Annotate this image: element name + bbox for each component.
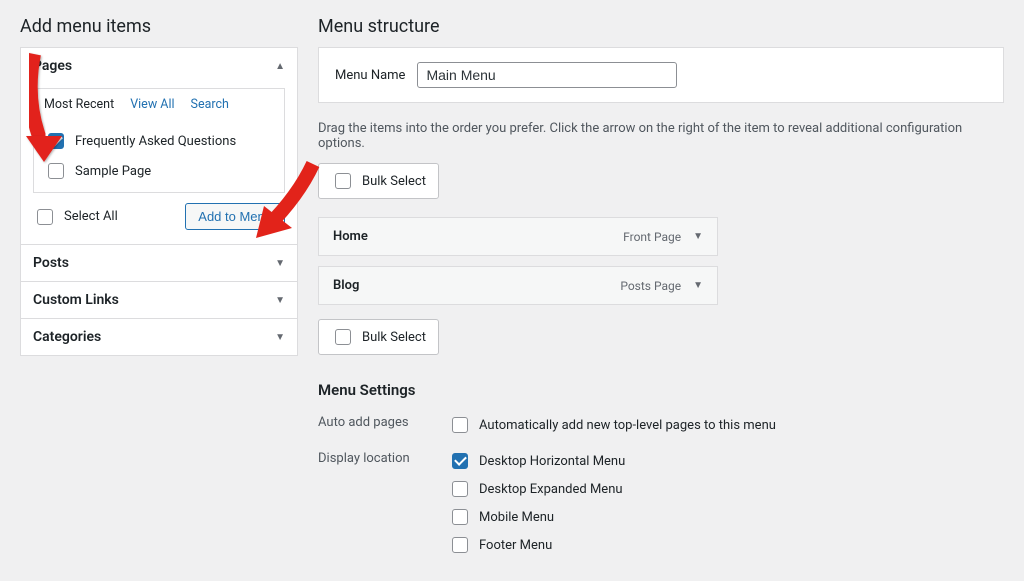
page-item-sample[interactable]: Sample Page: [44, 158, 274, 188]
bulk-select-top-checkbox[interactable]: [335, 173, 351, 189]
menu-item-title: Home: [333, 229, 368, 244]
add-to-menu-button[interactable]: Add to Menu: [185, 203, 285, 230]
pages-panel-header[interactable]: Pages ▲: [21, 48, 297, 84]
left-column: Add menu items Pages ▲ Most Recent View …: [20, 16, 298, 565]
bulk-select-top[interactable]: Bulk Select: [318, 163, 439, 199]
auto-add-label: Auto add pages: [318, 413, 448, 441]
location-label: Desktop Horizontal Menu: [479, 454, 625, 469]
location-checkbox[interactable]: [452, 537, 468, 553]
categories-panel-header[interactable]: Categories ▼: [21, 319, 297, 355]
location-label: Mobile Menu: [479, 510, 554, 525]
custom-links-panel-header[interactable]: Custom Links ▼: [21, 282, 297, 318]
pages-panel: Pages ▲ Most Recent View All Search Freq…: [20, 47, 298, 245]
custom-links-panel: Custom Links ▼: [20, 281, 298, 319]
page-item-faq-checkbox[interactable]: [48, 133, 64, 149]
page-item-faq[interactable]: Frequently Asked Questions: [44, 128, 274, 158]
menu-structure-heading: Menu structure: [318, 16, 1004, 37]
pages-tabs: Most Recent View All Search: [33, 88, 285, 118]
select-all-row[interactable]: Select All: [33, 206, 118, 228]
chevron-down-icon: ▼: [275, 295, 285, 306]
select-all-checkbox[interactable]: [37, 209, 53, 225]
chevron-up-icon: ▲: [275, 61, 285, 72]
posts-panel: Posts ▼: [20, 244, 298, 282]
menu-item-title: Blog: [333, 278, 359, 293]
page-item-label: Frequently Asked Questions: [75, 134, 236, 149]
chevron-down-icon: ▼: [275, 258, 285, 269]
bulk-select-bottom[interactable]: Bulk Select: [318, 319, 439, 355]
location-footer[interactable]: Footer Menu: [448, 533, 1004, 561]
chevron-down-icon: ▼: [275, 332, 285, 343]
menu-item-type: Posts Page: [620, 279, 681, 293]
add-menu-items-heading: Add menu items: [20, 16, 298, 37]
tab-search[interactable]: Search: [191, 97, 229, 112]
menu-item-type: Front Page: [623, 230, 681, 244]
select-all-label: Select All: [64, 209, 118, 224]
location-checkbox[interactable]: [452, 481, 468, 497]
menu-item-blog[interactable]: Blog Posts Page ▼: [318, 266, 718, 305]
custom-links-panel-title: Custom Links: [33, 292, 119, 308]
menu-items-list: Home Front Page ▼ Blog Posts Page ▼: [318, 217, 718, 305]
display-location-row: Display location Desktop Horizontal Menu…: [318, 445, 1004, 565]
menu-name-row: Menu Name: [318, 47, 1004, 103]
location-mobile[interactable]: Mobile Menu: [448, 505, 1004, 533]
tab-most-recent[interactable]: Most Recent: [44, 97, 114, 112]
location-checkbox[interactable]: [452, 509, 468, 525]
posts-panel-title: Posts: [33, 255, 69, 271]
pages-panel-title: Pages: [33, 58, 72, 74]
auto-add-checkbox[interactable]: [452, 417, 468, 433]
menu-name-label: Menu Name: [335, 68, 405, 83]
location-desktop-horizontal[interactable]: Desktop Horizontal Menu: [448, 449, 1004, 477]
chevron-down-icon[interactable]: ▼: [693, 280, 703, 291]
menu-settings-heading: Menu Settings: [318, 381, 1004, 399]
right-column: Menu structure Menu Name Drag the items …: [318, 16, 1004, 565]
instructions-text: Drag the items into the order you prefer…: [318, 103, 1004, 163]
auto-add-row: Auto add pages Automatically add new top…: [318, 409, 1004, 445]
auto-add-text: Automatically add new top-level pages to…: [479, 418, 776, 433]
bulk-select-label: Bulk Select: [362, 174, 426, 189]
location-label: Footer Menu: [479, 538, 552, 553]
menu-item-home[interactable]: Home Front Page ▼: [318, 217, 718, 256]
location-label: Desktop Expanded Menu: [479, 482, 623, 497]
chevron-down-icon[interactable]: ▼: [693, 231, 703, 242]
display-location-label: Display location: [318, 449, 448, 561]
categories-panel: Categories ▼: [20, 318, 298, 356]
categories-panel-title: Categories: [33, 329, 101, 345]
page-item-label: Sample Page: [75, 164, 151, 179]
posts-panel-header[interactable]: Posts ▼: [21, 245, 297, 281]
bulk-select-label: Bulk Select: [362, 330, 426, 345]
tab-view-all[interactable]: View All: [130, 97, 174, 112]
location-checkbox[interactable]: [452, 453, 468, 469]
location-desktop-expanded[interactable]: Desktop Expanded Menu: [448, 477, 1004, 505]
bulk-select-bottom-checkbox[interactable]: [335, 329, 351, 345]
page-item-sample-checkbox[interactable]: [48, 163, 64, 179]
auto-add-option[interactable]: Automatically add new top-level pages to…: [448, 413, 1004, 441]
menu-name-input[interactable]: [417, 62, 677, 88]
